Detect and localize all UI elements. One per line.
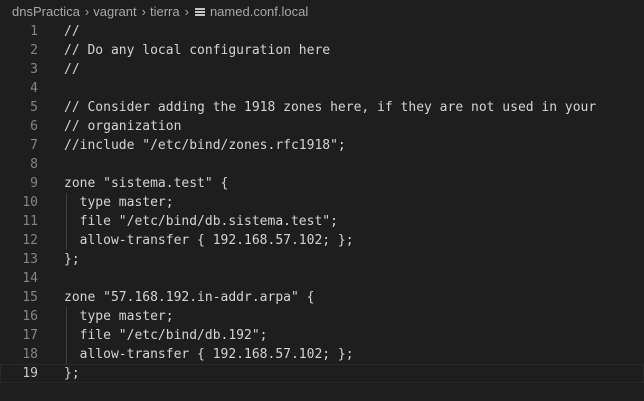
line-number: 17 bbox=[22, 328, 38, 343]
line-number: 1 bbox=[30, 24, 38, 39]
code-text[interactable]: }; bbox=[64, 250, 80, 269]
code-text[interactable]: type master; bbox=[64, 307, 174, 326]
code-text[interactable]: // bbox=[64, 22, 80, 41]
line-number: 19 bbox=[22, 366, 38, 381]
code-line[interactable]: 8 bbox=[0, 155, 644, 174]
line-number: 7 bbox=[30, 138, 38, 153]
code-line[interactable]: 12 allow-transfer { 192.168.57.102; }; bbox=[0, 231, 644, 250]
code-text[interactable]: zone "57.168.192.in-addr.arpa" { bbox=[64, 288, 314, 307]
chevron-right-icon: › bbox=[84, 3, 90, 19]
chevron-right-icon: › bbox=[141, 3, 146, 19]
code-line[interactable]: 15 zone "57.168.192.in-addr.arpa" { bbox=[0, 288, 644, 307]
code-line[interactable]: 11 file "/etc/bind/db.sistema.test"; bbox=[0, 212, 644, 231]
line-number: 9 bbox=[30, 176, 38, 191]
line-number: 6 bbox=[30, 119, 38, 134]
line-number: 14 bbox=[22, 271, 38, 286]
line-number: 2 bbox=[30, 43, 38, 58]
line-number: 15 bbox=[22, 290, 38, 305]
code-line[interactable]: 7 //include "/etc/bind/zones.rfc1918"; bbox=[0, 136, 644, 155]
line-number: 8 bbox=[30, 157, 38, 172]
code-line[interactable]: 18 allow-transfer { 192.168.57.102; }; bbox=[0, 345, 644, 364]
code-line[interactable]: 19}; bbox=[0, 364, 644, 383]
code-area[interactable]: 1 // 2 // Do any local configuration here 3 /… bbox=[0, 22, 644, 383]
code-text[interactable]: type master; bbox=[64, 193, 174, 212]
code-text[interactable]: file "/etc/bind/db.sistema.test"; bbox=[64, 212, 338, 231]
code-line[interactable]: 4 bbox=[0, 79, 644, 98]
line-number: 3 bbox=[30, 62, 38, 77]
code-text[interactable]: // Do any local configuration here bbox=[64, 41, 330, 60]
code-line[interactable]: 10 type master; bbox=[0, 193, 644, 212]
breadcrumb-item-file[interactable]: named.conf.local bbox=[210, 4, 308, 19]
code-line[interactable]: 3 // bbox=[0, 60, 644, 79]
breadcrumb-item-folder-root[interactable]: dnsPractica bbox=[12, 4, 80, 19]
code-editor: dnsPractica › vagrant › tierra › named.c… bbox=[0, 0, 644, 401]
code-line[interactable]: 14 bbox=[0, 269, 644, 288]
code-text[interactable]: file "/etc/bind/db.192"; bbox=[64, 326, 268, 345]
code-line[interactable]: 2 // Do any local configuration here bbox=[0, 41, 644, 60]
code-line[interactable]: 5 // Consider adding the 1918 zones here,… bbox=[0, 98, 644, 117]
line-number: 5 bbox=[30, 100, 38, 115]
code-line[interactable]: 9 zone "sistema.test" { bbox=[0, 174, 644, 193]
line-number: 13 bbox=[22, 252, 38, 267]
code-text[interactable]: // organization bbox=[64, 117, 181, 136]
code-line[interactable]: 1 // bbox=[0, 22, 644, 41]
code-text[interactable]: zone "sistema.test" { bbox=[64, 174, 228, 193]
line-number: 18 bbox=[22, 347, 38, 362]
code-line[interactable]: 6 // organization bbox=[0, 117, 644, 136]
code-line[interactable]: 16 type master; bbox=[0, 307, 644, 326]
code-line[interactable]: 17 file "/etc/bind/db.192"; bbox=[0, 326, 644, 345]
breadcrumb-item-folder-tierra[interactable]: tierra bbox=[150, 4, 180, 19]
code-text[interactable]: // bbox=[64, 60, 80, 79]
code-text[interactable]: }; bbox=[64, 364, 80, 383]
line-number: 10 bbox=[22, 195, 38, 210]
line-number: 4 bbox=[30, 81, 38, 96]
breadcrumb-item-folder-vagrant[interactable]: vagrant bbox=[93, 4, 136, 19]
code-text[interactable]: // Consider adding the 1918 zones here, … bbox=[64, 98, 596, 117]
code-text[interactable]: allow-transfer { 192.168.57.102; }; bbox=[64, 231, 354, 250]
file-lines-icon bbox=[194, 7, 205, 17]
line-number: 16 bbox=[22, 309, 38, 324]
chevron-right-icon: › bbox=[184, 3, 189, 19]
line-number: 12 bbox=[22, 233, 38, 248]
code-text[interactable]: allow-transfer { 192.168.57.102; }; bbox=[64, 345, 354, 364]
code-line[interactable]: 13}; bbox=[0, 250, 644, 269]
code-text[interactable]: //include "/etc/bind/zones.rfc1918"; bbox=[64, 136, 346, 155]
breadcrumb: dnsPractica › vagrant › tierra › named.c… bbox=[0, 0, 644, 22]
line-number: 11 bbox=[22, 214, 38, 229]
